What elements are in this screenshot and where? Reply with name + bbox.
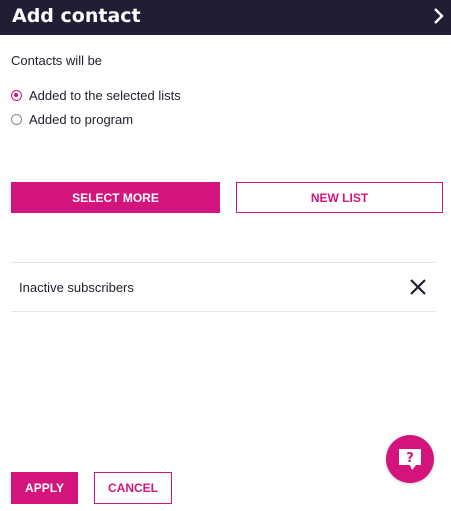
help-chat-icon: ? [399, 449, 421, 470]
panel-title: Add contact [12, 5, 141, 27]
close-icon[interactable] [409, 278, 427, 296]
radio-added-to-lists[interactable]: Added to the selected lists [11, 88, 181, 103]
divider [11, 262, 435, 263]
help-glyph: ? [406, 451, 414, 466]
selected-list-label: Inactive subscribers [19, 280, 134, 295]
radio-button[interactable] [11, 114, 22, 125]
radio-label: Added to the selected lists [29, 88, 181, 103]
radio-added-to-program[interactable]: Added to program [11, 112, 133, 127]
apply-button[interactable]: APPLY [11, 472, 78, 504]
chevron-right-icon[interactable] [432, 6, 446, 26]
radio-button-selected[interactable] [11, 90, 22, 101]
new-list-button[interactable]: NEW LIST [236, 182, 443, 213]
select-more-button[interactable]: SELECT MORE [11, 182, 220, 213]
divider [11, 311, 435, 312]
radio-label: Added to program [29, 112, 134, 127]
help-chat-button[interactable]: ? [386, 435, 434, 483]
contacts-will-be-label: Contacts will be [11, 53, 103, 68]
cancel-button[interactable]: CANCEL [94, 472, 172, 504]
panel-header: Add contact [0, 0, 451, 35]
